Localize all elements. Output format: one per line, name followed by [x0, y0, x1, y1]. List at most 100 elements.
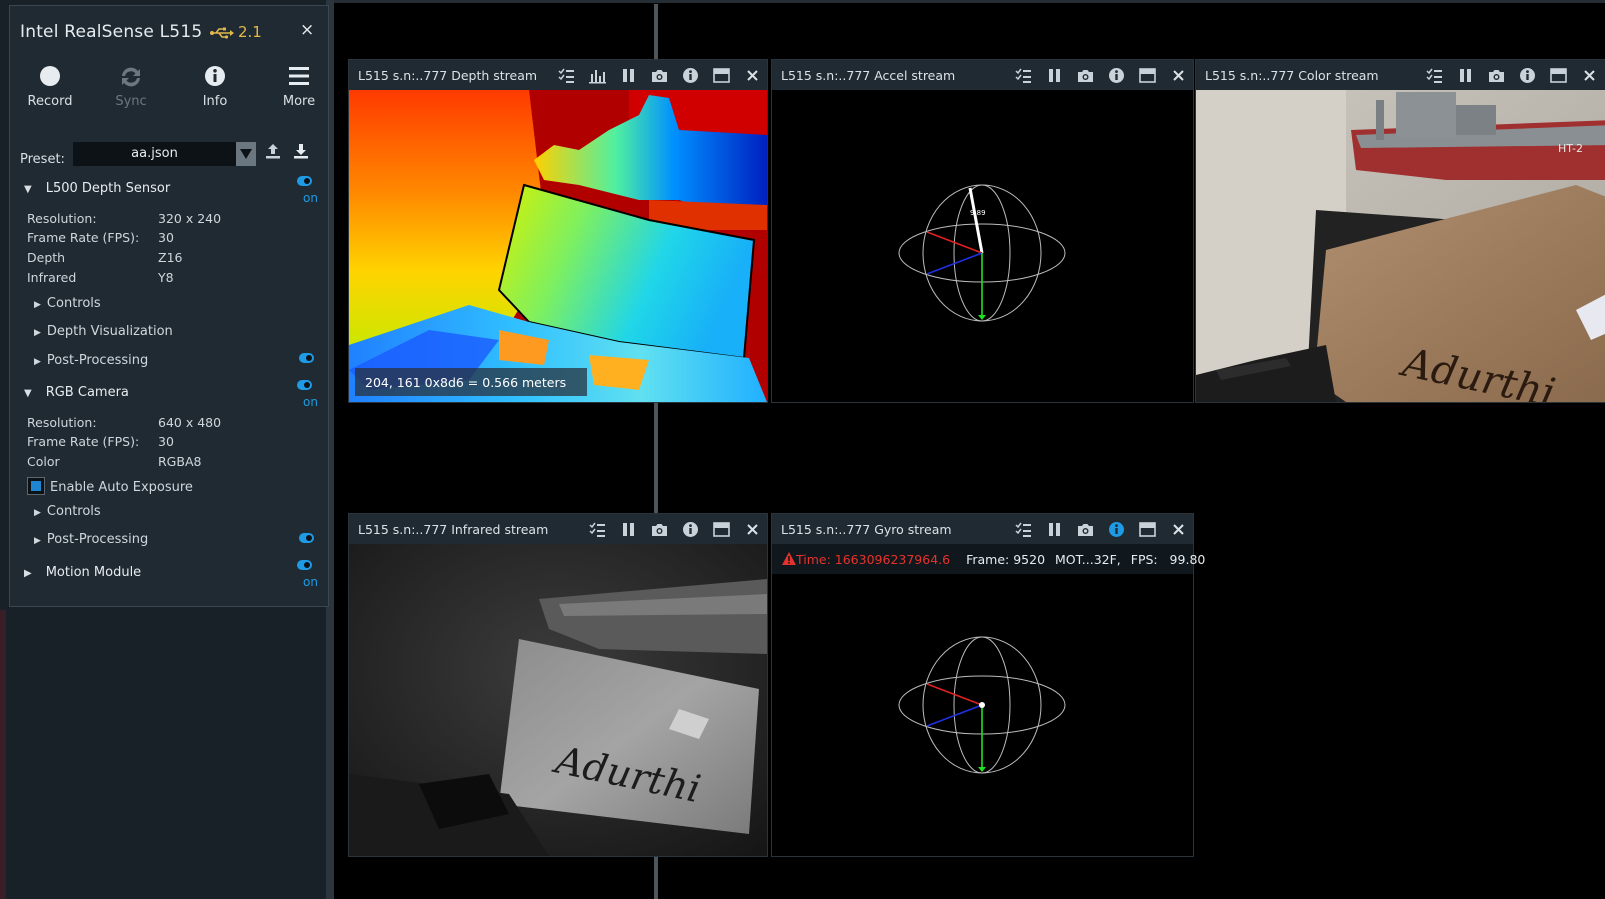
- close-icon[interactable]: [744, 521, 761, 538]
- infrared-image[interactable]: Adurthi: [349, 544, 767, 856]
- prop-value[interactable]: RGBA8: [158, 454, 201, 469]
- maximize-icon[interactable]: [713, 521, 730, 538]
- camera-icon[interactable]: [651, 521, 668, 538]
- pause-icon[interactable]: [620, 67, 637, 84]
- pause-icon[interactable]: [1046, 67, 1063, 84]
- maximize-icon[interactable]: [1550, 67, 1567, 84]
- camera-icon[interactable]: [1488, 67, 1505, 84]
- stream-toolbar: [1015, 67, 1187, 84]
- depth-post-processing-item[interactable]: ▶ Post-Processing: [34, 353, 148, 368]
- depth-sensor-header[interactable]: ▼ L500 Depth Sensor: [24, 181, 170, 196]
- list-icon[interactable]: [589, 521, 606, 538]
- color-stream-window: L515 s.n:..777 Color stream Adurthi HT-2: [1195, 59, 1605, 403]
- triangle-right-icon: ▶: [34, 300, 41, 310]
- info-icon[interactable]: [1108, 67, 1125, 84]
- depth-controls-item[interactable]: ▶ Controls: [34, 296, 101, 311]
- close-icon[interactable]: [744, 67, 761, 84]
- depth-sensor-name: L500 Depth Sensor: [45, 181, 171, 196]
- close-device-button[interactable]: ×: [300, 20, 314, 40]
- prop-value[interactable]: 30: [158, 434, 174, 449]
- rgb-post-processing-item[interactable]: ▶ Post-Processing: [34, 532, 148, 547]
- camera-icon[interactable]: [651, 67, 668, 84]
- record-icon: [40, 66, 60, 86]
- auto-exposure-label: Enable Auto Exposure: [50, 480, 193, 495]
- rgb-camera-toggle[interactable]: [297, 380, 312, 390]
- menu-icon: [289, 67, 309, 85]
- list-icon[interactable]: [1015, 521, 1032, 538]
- prop-value[interactable]: Z16: [158, 250, 182, 265]
- record-button[interactable]: Record: [10, 64, 90, 109]
- record-label: Record: [27, 94, 73, 109]
- prop-value[interactable]: 320 x 240: [158, 211, 221, 226]
- info-icon[interactable]: [1108, 521, 1125, 538]
- histogram-icon[interactable]: [589, 67, 606, 84]
- pause-icon[interactable]: [1457, 67, 1474, 84]
- depth-sensor-on-label: on: [303, 191, 318, 205]
- controls-label: Controls: [46, 296, 101, 311]
- more-button[interactable]: More: [259, 64, 339, 109]
- prop-value[interactable]: Y8: [158, 270, 174, 285]
- motion-module-toggle[interactable]: [297, 560, 312, 570]
- sync-button[interactable]: Sync: [91, 64, 171, 109]
- pause-icon[interactable]: [620, 521, 637, 538]
- info-icon[interactable]: [682, 67, 699, 84]
- infrared-camera-image: Adurthi: [349, 544, 767, 856]
- list-icon[interactable]: [1426, 67, 1443, 84]
- prop-value[interactable]: 640 x 480: [158, 415, 221, 430]
- color-image[interactable]: Adurthi HT-2: [1196, 90, 1605, 402]
- stream-header: L515 s.n:..777 Depth stream: [349, 60, 767, 90]
- accel-vector-label: 9.89: [970, 209, 986, 217]
- depth-readout: 204, 161 0x8d6 = 0.566 meters: [355, 368, 587, 396]
- triangle-right-icon: ▶: [34, 508, 41, 518]
- close-icon[interactable]: [1170, 67, 1187, 84]
- close-icon[interactable]: [1170, 521, 1187, 538]
- list-icon[interactable]: [1015, 67, 1032, 84]
- depth-colormap-image: [349, 90, 767, 402]
- maximize-icon[interactable]: [713, 67, 730, 84]
- download-icon[interactable]: [293, 142, 309, 160]
- info-icon[interactable]: [1519, 67, 1536, 84]
- stream-header: L515 s.n:..777 Infrared stream: [349, 514, 767, 544]
- maximize-icon[interactable]: [1139, 521, 1156, 538]
- stream-title: L515 s.n:..777 Accel stream: [781, 68, 956, 83]
- triangle-right-icon: ▶: [34, 536, 41, 546]
- info-button[interactable]: Info: [175, 64, 255, 109]
- maximize-icon[interactable]: [1139, 67, 1156, 84]
- window-edge-strip: [0, 610, 6, 899]
- camera-icon[interactable]: [1077, 521, 1094, 538]
- gyro-info-bar: Time: 1663096237964.6 Frame: 9520 MOT...…: [772, 544, 1205, 574]
- rgb-post-processing-toggle[interactable]: [299, 533, 314, 543]
- stream-title: L515 s.n:..777 Color stream: [1205, 68, 1379, 83]
- list-icon[interactable]: [558, 67, 575, 84]
- prop-value[interactable]: 30: [158, 230, 174, 245]
- stream-toolbar: [1015, 521, 1187, 538]
- prop-key: Infrared: [27, 270, 77, 285]
- close-icon[interactable]: [1581, 67, 1598, 84]
- camera-icon[interactable]: [1077, 67, 1094, 84]
- rgb-camera-header[interactable]: ▼ RGB Camera: [24, 385, 129, 400]
- preset-select[interactable]: aa.json: [73, 142, 256, 166]
- top-divider: [334, 0, 1605, 3]
- color-camera-image: Adurthi HT-2: [1196, 90, 1605, 402]
- accel-visualization[interactable]: 9.89: [772, 90, 1193, 402]
- gyro-visualization[interactable]: [772, 574, 1193, 856]
- depth-sensor-toggle[interactable]: [297, 176, 312, 186]
- depth-post-processing-toggle[interactable]: [299, 353, 314, 363]
- auto-exposure-checkbox[interactable]: [27, 477, 45, 495]
- pause-icon[interactable]: [1046, 521, 1063, 538]
- stream-header: L515 s.n:..777 Color stream: [1196, 60, 1605, 90]
- rgb-controls-item[interactable]: ▶ Controls: [34, 504, 101, 519]
- sync-label: Sync: [115, 94, 147, 109]
- stream-title: L515 s.n:..777 Infrared stream: [358, 522, 549, 537]
- info-icon[interactable]: [682, 521, 699, 538]
- motion-module-header[interactable]: ▶ Motion Module: [24, 565, 141, 580]
- depth-visualization-item[interactable]: ▶ Depth Visualization: [34, 324, 173, 339]
- usb-badge: 2.1: [210, 23, 262, 41]
- controls-label: Controls: [46, 504, 101, 519]
- depth-image[interactable]: 204, 161 0x8d6 = 0.566 meters: [349, 90, 767, 402]
- sync-icon: [122, 67, 140, 87]
- usb-icon: [210, 27, 234, 39]
- stream-header: L515 s.n:..777 Accel stream: [772, 60, 1193, 90]
- chevron-down-icon[interactable]: [236, 142, 256, 166]
- upload-icon[interactable]: [265, 142, 281, 160]
